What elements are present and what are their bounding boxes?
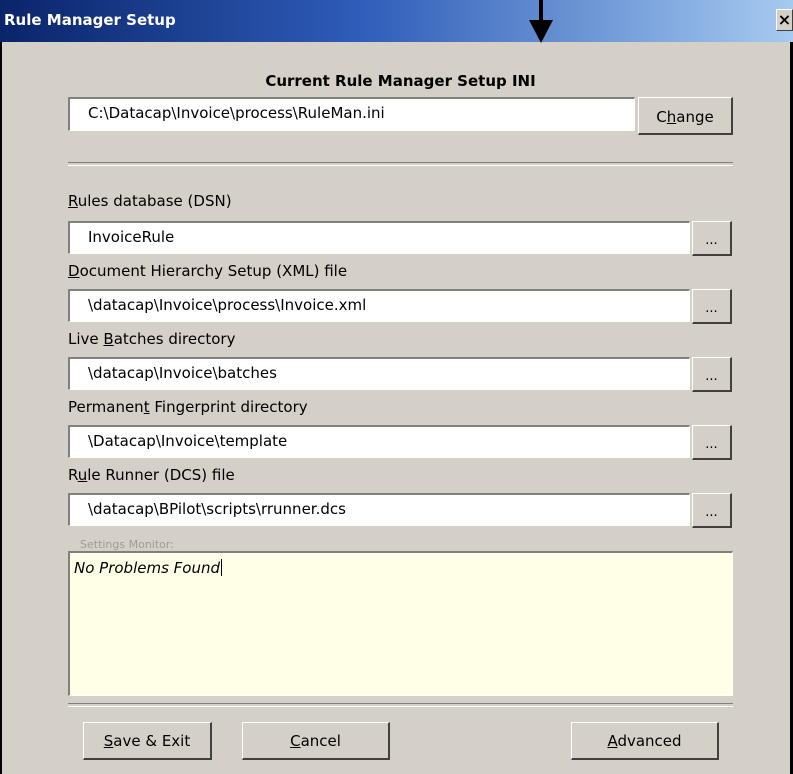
- rules-database-input[interactable]: InvoiceRule: [68, 221, 690, 254]
- label-mnemonic: R: [68, 192, 78, 210]
- window-border-left: [0, 42, 2, 774]
- cancel-button[interactable]: Cancel: [242, 722, 390, 760]
- save-exit-button[interactable]: Save & Exit: [83, 722, 212, 760]
- cancel-label: ancel: [300, 732, 341, 750]
- down-arrow-icon: [529, 0, 553, 43]
- label-mnemonic: D: [68, 262, 80, 280]
- rules-database-label: Rules database (DSN): [68, 192, 232, 210]
- rules-database-browse-button[interactable]: ...: [692, 221, 732, 256]
- label-post: le Runner (DCS) file: [87, 466, 235, 484]
- label-pre: Live: [68, 330, 104, 348]
- separator: [68, 162, 733, 166]
- close-icon: ×: [777, 10, 792, 29]
- close-button[interactable]: ×: [776, 9, 793, 31]
- live-batches-input[interactable]: \datacap\Invoice\batches: [68, 357, 690, 390]
- rule-manager-setup-dialog: Rule Manager Setup × Current Rule Manage…: [0, 0, 793, 774]
- title-bar[interactable]: Rule Manager Setup ×: [0, 0, 793, 42]
- advanced-button[interactable]: Advanced: [571, 722, 719, 760]
- rule-runner-input[interactable]: \datacap\BPilot\scripts\rrunner.dcs: [68, 493, 690, 526]
- fingerprint-directory-browse-button[interactable]: ...: [692, 425, 732, 460]
- text-caret: [221, 559, 223, 576]
- settings-monitor-textarea[interactable]: No Problems Found: [68, 551, 733, 696]
- label-mnemonic: B: [103, 330, 114, 348]
- settings-monitor-label: Settings Monitor:: [80, 538, 174, 551]
- change-button[interactable]: Change: [638, 97, 733, 135]
- document-hierarchy-browse-button[interactable]: ...: [692, 289, 732, 324]
- label-post: ules database (DSN): [77, 192, 232, 210]
- document-hierarchy-input[interactable]: \datacap\Invoice\process\Invoice.xml: [68, 289, 690, 322]
- live-batches-label: Live Batches directory: [68, 330, 235, 348]
- change-label-pre: C: [656, 108, 667, 126]
- rule-runner-browse-button[interactable]: ...: [692, 493, 732, 528]
- window-title: Rule Manager Setup: [4, 11, 176, 29]
- change-mnemonic: h: [666, 108, 677, 126]
- bottom-separator: [68, 703, 733, 707]
- change-label-post: ange: [676, 108, 714, 126]
- label-pre: R: [68, 466, 78, 484]
- advanced-mnemonic: A: [607, 732, 618, 750]
- save-mnemonic: S: [103, 732, 114, 750]
- label-post: ocument Hierarchy Setup (XML) file: [79, 262, 348, 280]
- label-pre: Permanen: [68, 398, 144, 416]
- cancel-mnemonic: C: [290, 732, 301, 750]
- label-post: atches directory: [113, 330, 236, 348]
- settings-monitor-text: No Problems Found: [74, 559, 221, 577]
- ini-heading: Current Rule Manager Setup INI: [265, 72, 536, 90]
- fingerprint-directory-label: Permanent Fingerprint directory: [68, 398, 308, 416]
- ini-path-field[interactable]: C:\Datacap\Invoice\process\RuleMan.ini: [68, 97, 635, 131]
- label-mnemonic: u: [77, 466, 88, 484]
- label-post: Fingerprint directory: [149, 398, 308, 416]
- rule-runner-label: Rule Runner (DCS) file: [68, 466, 235, 484]
- fingerprint-directory-input[interactable]: \Datacap\Invoice\template: [68, 425, 690, 458]
- document-hierarchy-label: Document Hierarchy Setup (XML) file: [68, 262, 347, 280]
- live-batches-browse-button[interactable]: ...: [692, 357, 732, 392]
- save-label: ave & Exit: [113, 732, 191, 750]
- advanced-label: dvanced: [617, 732, 682, 750]
